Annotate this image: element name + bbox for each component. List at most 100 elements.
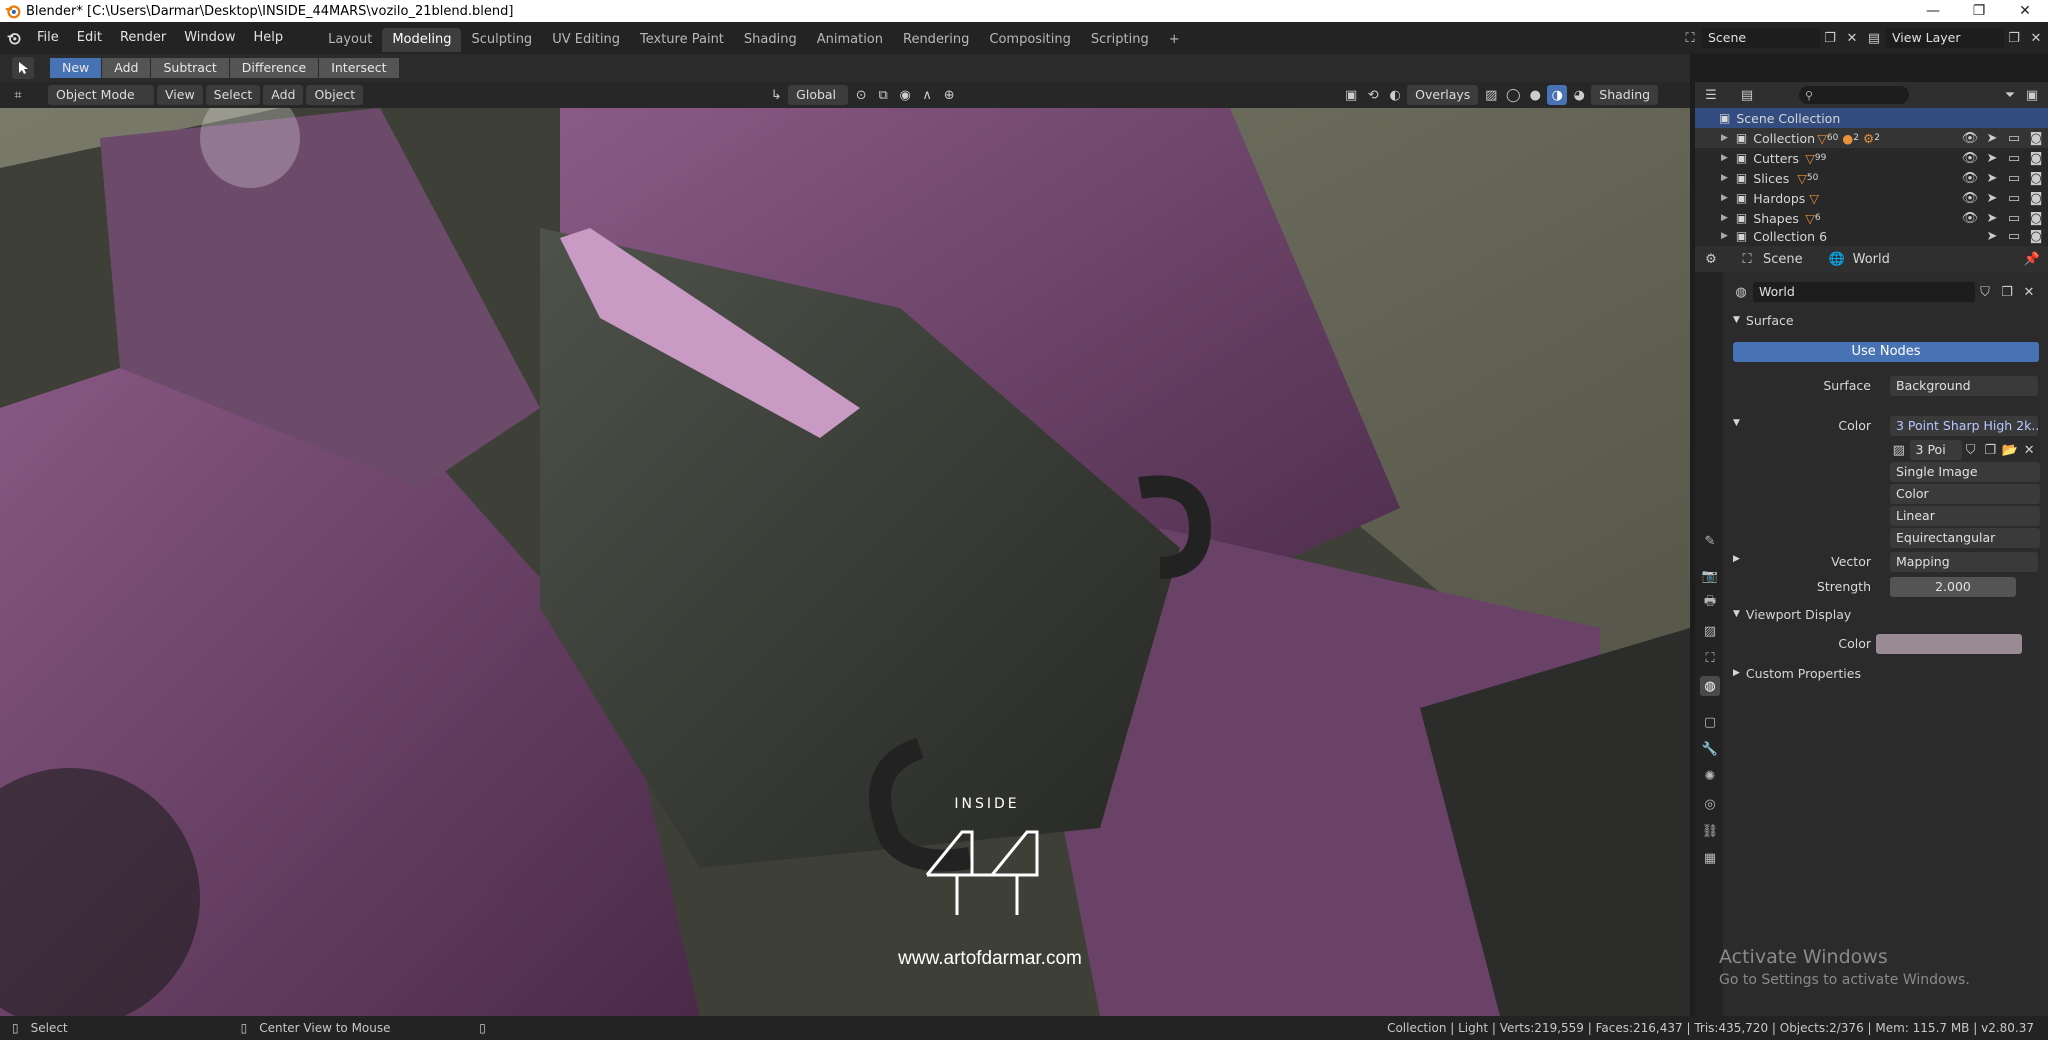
menu-window[interactable]: Window [175,22,244,54]
outliner-row-shapes[interactable]: ▶ ▣ Shapes ▽ 6 👁 ➤ ▭ ◙ [1695,208,2048,228]
outliner-row-collection-6[interactable]: ▶ ▣ Collection 6 ➤ ▭ ◙ [1695,228,2048,244]
image-source-dropdown[interactable]: Single Image [1890,462,2040,482]
menu-file[interactable]: File [28,22,68,54]
display-mode-icon[interactable]: ▤ [1737,85,1757,105]
falloff-icon[interactable]: ∧ [917,85,937,105]
menu-render[interactable]: Render [111,22,175,54]
menu-view[interactable]: View [157,85,203,105]
image-browse-icon[interactable]: ▨ [1890,440,1908,460]
expand-arrow-icon[interactable]: ▶ [1721,133,1728,143]
add-workspace-button[interactable]: + [1159,28,1190,52]
expand-arrow-icon[interactable]: ▶ [1721,153,1728,163]
tab-shading[interactable]: Shading [734,28,807,52]
expand-arrow-icon[interactable]: ▶ [1721,213,1728,223]
render-disable-icon[interactable]: ◙ [2026,128,2046,148]
selectable-icon[interactable]: ➤ [1982,168,2002,188]
environment-texture-field[interactable]: 3 Point Sharp High 2k... [1890,416,2038,436]
render-tab-icon[interactable]: 📷 [1700,566,1720,586]
view-layer-selector[interactable]: View Layer [1886,28,2004,48]
viewport-disable-icon[interactable]: ▭ [2004,148,2024,168]
visibility-eye-icon[interactable]: 👁 [1960,208,1980,228]
data-tab-icon[interactable]: ▦ [1700,848,1720,868]
outliner-row-scene-collection[interactable]: ▣ Scene Collection [1695,108,2048,128]
selectable-icon[interactable]: ➤ [1982,226,2002,246]
visibility-eye-icon[interactable]: 👁 [1960,188,1980,208]
outliner-row-hardops[interactable]: ▶ ▣ Hardops ▽ 👁 ➤ ▭ ◙ [1695,188,2048,208]
wireframe-shading-icon[interactable]: ◯ [1503,85,1523,105]
boolean-add-button[interactable]: Add [102,58,152,78]
restore-button[interactable]: ❐ [1956,0,2002,22]
solid-shading-icon[interactable]: ● [1525,85,1545,105]
viewport-disable-icon[interactable]: ▭ [2004,226,2024,246]
tab-modeling[interactable]: Modeling [382,28,462,52]
world-name-field[interactable]: World [1753,282,1975,302]
render-disable-icon[interactable]: ◙ [2026,208,2046,228]
image-open-icon[interactable]: 📂 [2001,440,2019,460]
tab-rendering[interactable]: Rendering [893,28,979,52]
expand-arrow-icon[interactable]: ▶ [1721,173,1728,183]
menu-object[interactable]: Object [306,85,364,105]
world-tab-icon[interactable]: ◍ [1700,676,1720,696]
modifier-tab-icon[interactable]: 🔧 [1700,739,1720,759]
outliner-row-cutters[interactable]: ▶ ▣ Cutters ▽ 99 👁 ➤ ▭ ◙ [1695,148,2048,168]
unlink-world-icon[interactable]: ✕ [2019,282,2039,302]
selectable-icon[interactable]: ➤ [1982,128,2002,148]
view-object-types-icon[interactable]: ▣ [1341,85,1361,105]
properties-editor-icon[interactable]: ⚙ [1701,249,1721,269]
object-tab-icon[interactable]: ▢ [1700,712,1720,732]
tab-animation[interactable]: Animation [807,28,893,52]
select-tool-icon[interactable] [12,57,34,79]
scene-icon[interactable]: ⛶ [1680,28,1700,48]
shading-dropdown[interactable]: Shading [1591,85,1659,105]
use-nodes-button[interactable]: Use Nodes [1733,342,2039,362]
boolean-difference-button[interactable]: Difference [229,58,320,78]
world-browse-icon[interactable]: ◍ [1731,282,1751,302]
physics-tab-icon[interactable]: ◎ [1700,794,1720,814]
tab-uv-editing[interactable]: UV Editing [542,28,630,52]
outliner-editor-icon[interactable]: ☰ [1701,85,1721,105]
viewport-disable-icon[interactable]: ▭ [2004,168,2024,188]
projection-dropdown[interactable]: Equirectangular [1890,528,2040,548]
render-disable-icon[interactable]: ◙ [2026,188,2046,208]
material-preview-icon[interactable]: ◑ [1547,85,1568,105]
tool-tab-icon[interactable]: ✎ [1700,531,1720,551]
constraints-tab-icon[interactable]: ⛓ [1700,821,1720,841]
custom-properties-panel-header[interactable]: ▶ Custom Properties [1733,663,2043,683]
view-layer-copy-icon[interactable]: ❐ [2004,28,2024,48]
scene-selector[interactable]: Scene [1702,28,1820,48]
menu-add[interactable]: Add [263,85,304,105]
boolean-intersect-button[interactable]: Intersect [319,58,400,78]
view-layer-icon[interactable]: ▤ [1864,28,1884,48]
visibility-eye-icon[interactable]: 👁 [1960,168,1980,188]
overlays-icon[interactable]: ◐ [1385,85,1405,105]
gizmos-toggle-icon[interactable]: ⟲ [1363,85,1383,105]
scene-remove-icon[interactable]: ✕ [1842,28,1862,48]
pin-icon[interactable]: 📌 [2022,249,2042,269]
fake-user-icon[interactable]: ⛉ [1975,282,1995,302]
image-duplicate-icon[interactable]: ❐ [1981,440,1999,460]
expand-arrow-icon[interactable]: ▶ [1721,231,1728,241]
surface-panel-header[interactable]: ▼ Surface [1733,310,2043,330]
selectable-icon[interactable]: ➤ [1982,148,2002,168]
outliner-row-collection[interactable]: ▶ ▣ Collection ▽ 60 ● 2 ⚙ 2 👁 ➤ ▭ ◙ [1695,128,2048,148]
surface-shader-field[interactable]: Background [1890,376,2038,396]
rendered-shading-icon[interactable]: ◕ [1569,85,1589,105]
menu-select[interactable]: Select [205,85,261,105]
visibility-eye-icon[interactable]: 👁 [1960,148,1980,168]
view-layer-tab-icon[interactable]: ▨ [1700,621,1720,641]
tab-sculpting[interactable]: Sculpting [461,28,542,52]
mode-selector[interactable]: Object Mode [48,85,154,105]
menu-edit[interactable]: Edit [68,22,111,54]
interpolation-dropdown[interactable]: Linear [1890,506,2040,526]
viewport-disable-icon[interactable]: ▭ [2004,188,2024,208]
selectable-icon[interactable]: ➤ [1982,208,2002,228]
scene-copy-icon[interactable]: ❐ [1820,28,1840,48]
xray-icon[interactable]: ▨ [1481,85,1501,105]
render-disable-icon[interactable]: ◙ [2026,226,2046,246]
image-fake-user-icon[interactable]: ⛉ [1962,440,1980,460]
viewport-display-panel-header[interactable]: ▼ Viewport Display [1733,604,2043,624]
editor-type-icon[interactable]: ⌗ [8,85,28,105]
render-disable-icon[interactable]: ◙ [2026,148,2046,168]
snap-icon[interactable]: ⧉ [873,85,893,105]
gizmo-icon[interactable]: ⊕ [939,85,959,105]
